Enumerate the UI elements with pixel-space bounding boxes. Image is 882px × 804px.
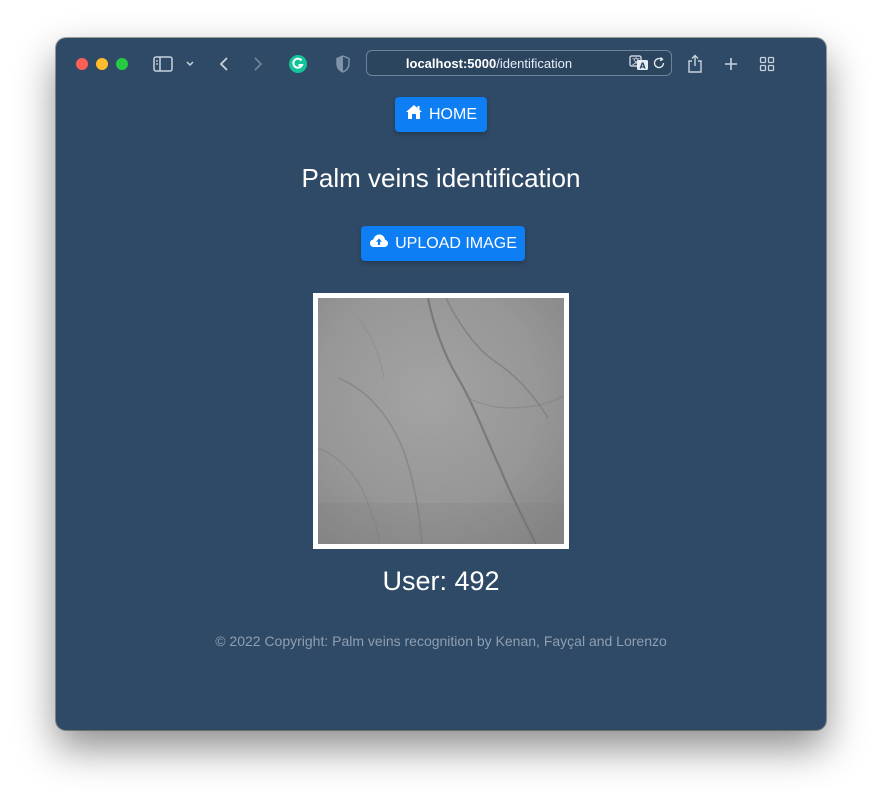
cloud-upload-icon [369, 233, 389, 254]
browser-toolbar: localhost:5000/identification 文A [56, 38, 826, 90]
reload-icon[interactable] [652, 56, 666, 75]
shield-icon[interactable] [334, 52, 352, 76]
palm-vein-image [318, 298, 564, 544]
translate-icon[interactable]: 文A [629, 55, 649, 76]
zoom-window-button[interactable] [116, 58, 128, 70]
address-bar[interactable]: localhost:5000/identification 文A [366, 50, 672, 76]
url-path: /identification [496, 56, 573, 71]
footer-copyright: © 2022 Copyright: Palm veins recognition… [215, 633, 667, 649]
back-arrow-icon[interactable] [216, 52, 232, 76]
close-window-button[interactable] [76, 58, 88, 70]
upload-label: UPLOAD IMAGE [395, 234, 517, 252]
home-button[interactable]: HOME [395, 97, 487, 132]
plus-icon[interactable] [722, 52, 740, 76]
home-icon [405, 104, 423, 125]
minimize-window-button[interactable] [96, 58, 108, 70]
browser-window: localhost:5000/identification 文A HOME Pa… [56, 38, 826, 730]
url-host: localhost:5000 [405, 56, 497, 71]
palm-image-frame [313, 293, 569, 549]
share-icon[interactable] [686, 52, 704, 76]
url-text: localhost:5000/identification [367, 56, 611, 71]
svg-text:A: A [640, 62, 647, 71]
tab-overview-icon[interactable] [758, 52, 776, 76]
sidebar-icon[interactable] [152, 52, 174, 76]
page-title: Palm veins identification [301, 163, 581, 193]
upload-image-button[interactable]: UPLOAD IMAGE [361, 226, 525, 261]
chevron-down-icon[interactable] [184, 52, 196, 76]
home-label: HOME [429, 105, 477, 123]
grammarly-icon[interactable] [287, 52, 309, 76]
forward-arrow-icon[interactable] [250, 52, 266, 76]
identified-user: User: 492 [382, 566, 500, 596]
